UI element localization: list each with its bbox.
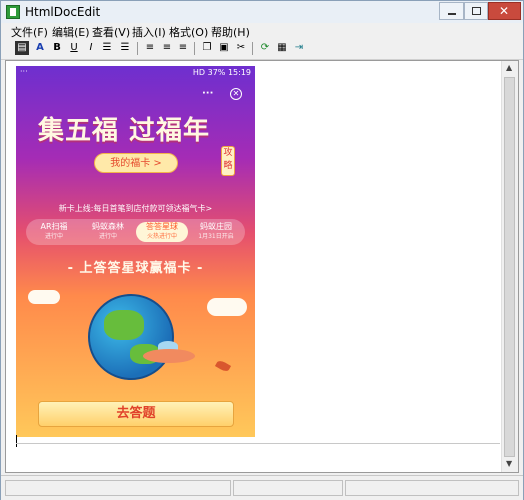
maximize-button[interactable]	[464, 2, 488, 20]
new-card-notice: 新卡上线:每日首笔到店付款可领达福气卡>	[58, 204, 213, 213]
minimize-icon	[448, 13, 456, 15]
toolbar-separator	[252, 42, 253, 55]
tab-status: 进行中	[44, 233, 63, 240]
status-panel	[5, 480, 231, 496]
bold-icon[interactable]: B	[50, 41, 64, 55]
status-menu-dots: ···	[20, 67, 28, 76]
tab-status: 进行中	[98, 233, 117, 240]
toolbar-separator	[194, 42, 195, 55]
cloud-image	[28, 290, 60, 304]
guide-tag: 攻略	[221, 146, 235, 176]
tab-status: 火热进行中	[146, 233, 177, 240]
status-signal: HD	[192, 68, 206, 77]
font-color-icon[interactable]: A	[33, 41, 47, 55]
horizontal-rule	[16, 443, 500, 444]
save-doc-icon[interactable]: ▤	[15, 41, 29, 55]
embedded-screenshot: ··· HD 37% 15:19 ··· ✕ 集五福 过福年 我的福卡 > 攻略…	[16, 66, 255, 437]
tab-name: AR扫福	[40, 222, 68, 231]
menu-view[interactable]: 查看(V)	[92, 24, 130, 40]
tab-status: 1月31日开启	[198, 233, 234, 240]
scroll-up-icon[interactable]: ▲	[506, 63, 512, 72]
tab-quiz-planet: 答答星球 火热进行中	[136, 222, 188, 242]
copy-icon[interactable]: ❐	[200, 41, 214, 55]
close-circle-icon: ✕	[230, 88, 242, 100]
status-panel	[233, 480, 343, 496]
leaf-image	[214, 359, 232, 373]
cut-icon[interactable]: ✂	[234, 41, 248, 55]
tab-ant-manor: 蚂蚁庄园 1月31日开启	[190, 222, 242, 242]
menu-format[interactable]: 格式(O)	[169, 24, 208, 40]
tab-name: 蚂蚁庄园	[200, 222, 232, 231]
tab-ant-forest: 蚂蚁森林 进行中	[82, 222, 134, 242]
save-icon[interactable]: ▦	[275, 41, 289, 55]
status-battery: 37%	[207, 68, 226, 77]
my-card-button: 我的福卡 >	[94, 153, 178, 173]
scroll-thumb[interactable]	[504, 77, 515, 457]
tab-name: 答答星球	[146, 222, 178, 231]
more-options-icon: ···	[202, 88, 214, 99]
quiz-heading: - 上答答星球赢福卡 -	[67, 261, 204, 276]
align-left-icon[interactable]: ≡	[143, 41, 157, 55]
land-shape	[104, 310, 144, 340]
vertical-scrollbar[interactable]: ▲ ▼	[501, 61, 518, 472]
close-icon: ✕	[499, 4, 510, 18]
app-window: HtmlDocEdit ✕ 文件(F) 编辑(E) 查看(V) 插入(I) 格式…	[0, 0, 524, 500]
menu-insert[interactable]: 插入(I)	[132, 24, 166, 40]
exit-icon[interactable]: ⇥	[292, 41, 306, 55]
italic-icon[interactable]: I	[84, 41, 98, 55]
menu-help[interactable]: 帮助(H)	[211, 24, 250, 40]
planet-illustration	[88, 294, 174, 380]
text-caret	[16, 435, 17, 447]
menu-bar: 文件(F) 编辑(E) 查看(V) 插入(I) 格式(O) 帮助(H)	[1, 23, 523, 39]
cloud-image	[207, 298, 247, 316]
numbered-list-icon[interactable]: ☰	[100, 41, 114, 55]
maximize-icon	[472, 7, 481, 15]
status-time: 15:19	[227, 68, 251, 77]
bullet-list-icon[interactable]: ☰	[118, 41, 132, 55]
activity-tabs: AR扫福 进行中 蚂蚁森林 进行中 答答星球 火热进行中 蚂蚁庄园 1月31日开…	[26, 219, 245, 245]
align-right-icon[interactable]: ≡	[176, 41, 190, 55]
title-bar: HtmlDocEdit ✕	[1, 1, 523, 23]
menu-edit[interactable]: 编辑(E)	[52, 24, 90, 40]
status-info: HD 37% 15:19	[193, 68, 251, 77]
status-bar	[1, 475, 523, 500]
toolbar-separator	[137, 42, 138, 55]
scroll-down-icon[interactable]: ▼	[506, 459, 512, 468]
align-center-icon[interactable]: ≡	[160, 41, 174, 55]
window-title: HtmlDocEdit	[25, 5, 101, 19]
phone-status-bar: ··· HD 37% 15:19	[16, 66, 255, 80]
underline-icon[interactable]: U	[67, 41, 81, 55]
refresh-icon[interactable]: ⟳	[258, 41, 272, 55]
menu-file[interactable]: 文件(F)	[11, 24, 48, 40]
ufo-illustration	[143, 349, 195, 363]
banner-title: 集五福 过福年	[38, 116, 211, 146]
paste-icon[interactable]: ▣	[217, 41, 231, 55]
close-button[interactable]: ✕	[488, 2, 521, 20]
go-answer-button: 去答题	[38, 401, 234, 427]
minimize-button[interactable]	[439, 2, 464, 20]
tab-ar-scan: AR扫福 进行中	[28, 222, 80, 242]
status-panel	[345, 480, 519, 496]
tab-name: 蚂蚁森林	[92, 222, 124, 231]
editor-area[interactable]: ··· HD 37% 15:19 ··· ✕ 集五福 过福年 我的福卡 > 攻略…	[5, 60, 519, 473]
app-icon	[6, 5, 20, 19]
toolbar: ▤ A B U I ☰ ☰ ≡ ≡ ≡ ❐ ▣ ✂ ⟳ ▦ ⇥	[1, 39, 523, 60]
